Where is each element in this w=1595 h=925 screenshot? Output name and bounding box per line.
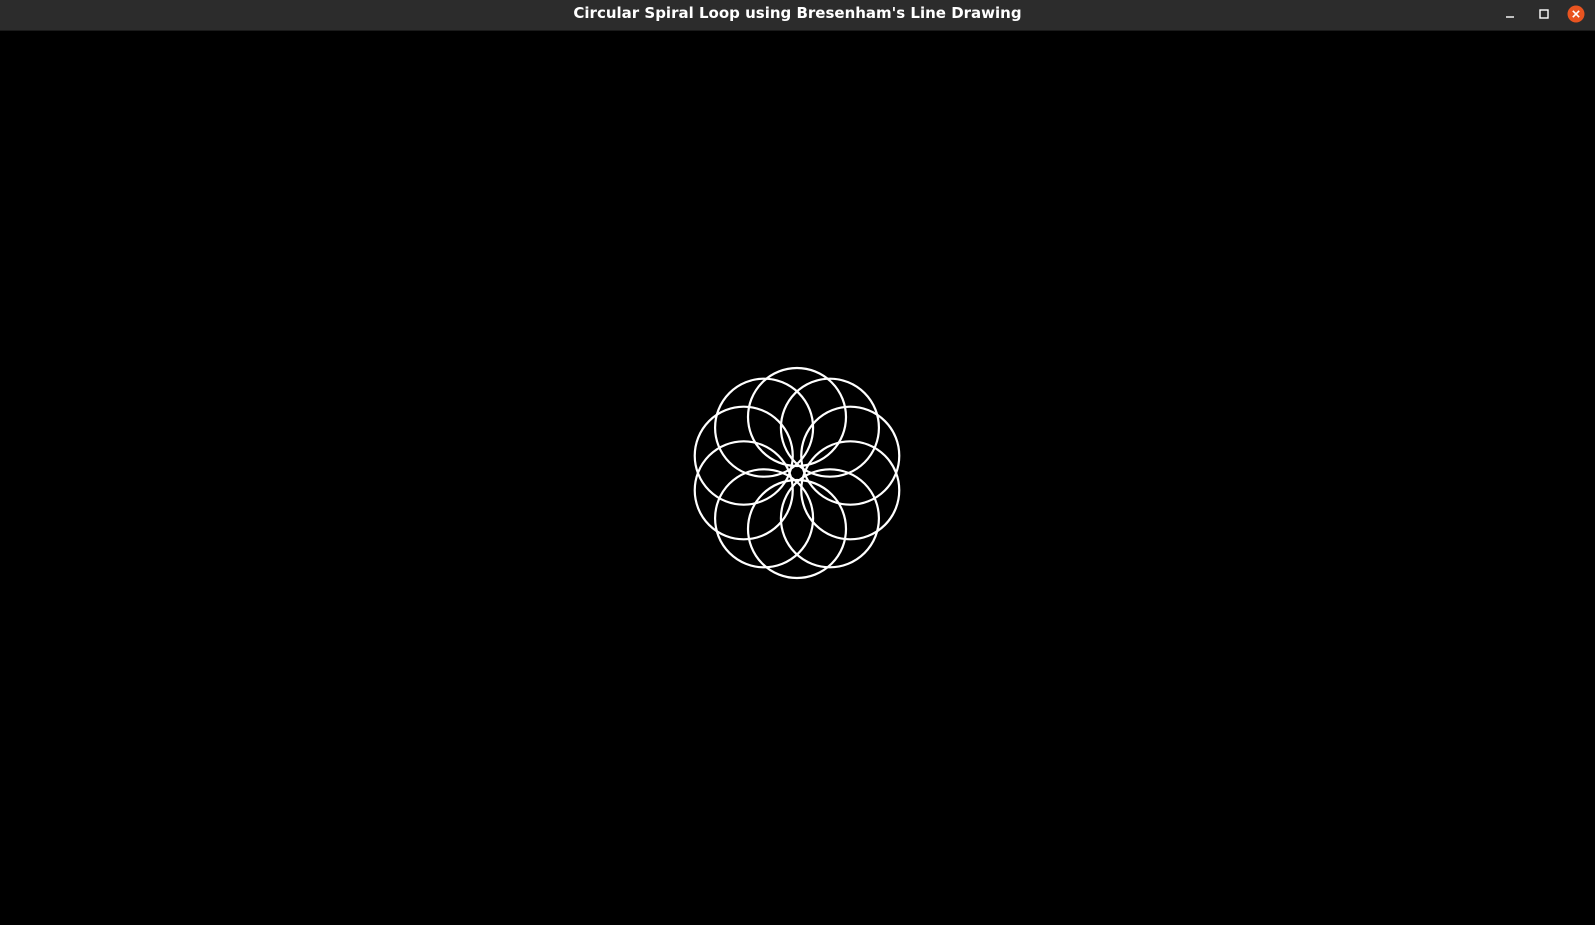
maximize-icon[interactable]: [1533, 3, 1555, 25]
minimize-icon[interactable]: [1499, 3, 1521, 25]
spiral-loop-drawing: [693, 366, 901, 580]
loop-circle: [713, 468, 815, 569]
window-controls: [1485, 0, 1595, 27]
close-icon[interactable]: [1565, 3, 1587, 25]
loop-circle: [713, 377, 815, 478]
loop-circle: [746, 478, 848, 580]
app-window: Circular Spiral Loop using Bresenham's L…: [0, 0, 1595, 925]
title-bar[interactable]: Circular Spiral Loop using Bresenham's L…: [0, 0, 1595, 31]
loop-circle: [779, 377, 881, 478]
loop-circle: [746, 366, 848, 468]
window-title: Circular Spiral Loop using Bresenham's L…: [573, 4, 1022, 22]
loop-circle: [779, 468, 881, 569]
drawing-canvas: [0, 31, 1595, 925]
